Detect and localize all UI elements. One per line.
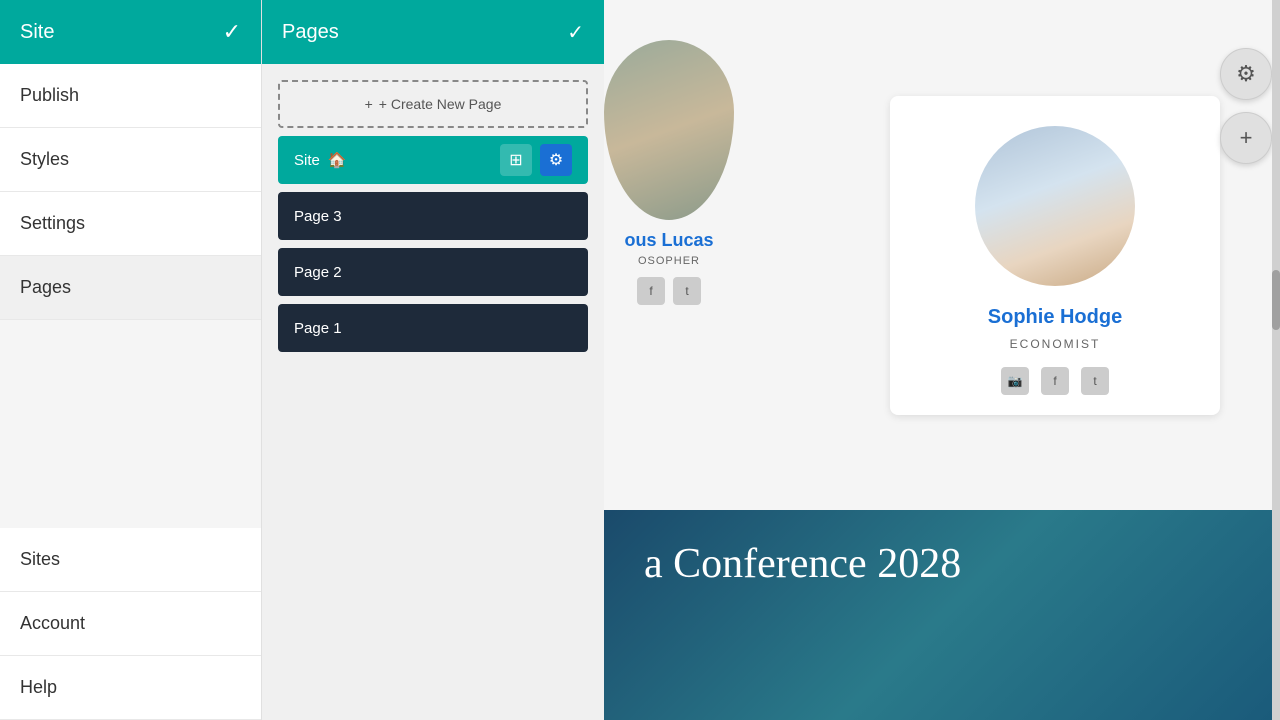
layers-icon-btn[interactable]: ⊞ <box>500 144 532 176</box>
add-fab-button[interactable]: + <box>1220 112 1272 164</box>
sidebar-item-label: Styles <box>20 149 69 170</box>
pages-panel-header: Pages ✓ <box>262 0 604 64</box>
settings-fab-button[interactable]: ⚙ <box>1220 48 1272 100</box>
gear-icon: ⚙ <box>549 150 563 170</box>
scrollbar-track[interactable] <box>1272 0 1280 720</box>
partial-socials: f t <box>604 277 734 305</box>
partial-team-card: ous Lucas OSOPHER f t <box>604 40 734 305</box>
left-sidebar: Site ✓ Publish Styles Settings Pages Sit… <box>0 0 262 720</box>
sidebar-title: Site <box>20 21 54 44</box>
sidebar-item-label: Sites <box>20 549 60 570</box>
site-item-icons: ⊞ ⚙ <box>500 144 572 176</box>
partial-avatar <box>604 40 734 220</box>
page-item-page2[interactable]: Page 2 <box>278 248 588 296</box>
layers-icon: ⊞ <box>509 150 522 170</box>
main-content: ous Lucas OSOPHER f t Sophie Hodge ECONO… <box>604 0 1280 720</box>
plus-icon: + <box>365 96 373 112</box>
sidebar-item-label: Settings <box>20 213 85 234</box>
sidebar-item-pages[interactable]: Pages <box>0 256 261 320</box>
sidebar-item-label: Pages <box>20 277 71 298</box>
partial-card-name: ous Lucas <box>604 230 734 251</box>
cards-area: ous Lucas OSOPHER f t Sophie Hodge ECONO… <box>604 0 1280 510</box>
pages-panel-body: + + Create New Page Site 🏠 ⊞ ⚙ Page 3 Pa… <box>262 64 604 368</box>
avatar-image <box>975 126 1135 286</box>
site-item-label: Site <box>294 152 320 169</box>
instagram-icon: 📷 <box>1001 367 1029 395</box>
sidebar-item-sites[interactable]: Sites <box>0 528 261 592</box>
scrollbar-thumb[interactable] <box>1272 270 1280 330</box>
twitter-icon: t <box>1081 367 1109 395</box>
twitter-icon: t <box>673 277 701 305</box>
sidebar-item-account[interactable]: Account <box>0 592 261 656</box>
page-item-page1[interactable]: Page 1 <box>278 304 588 352</box>
sidebar-item-styles[interactable]: Styles <box>0 128 261 192</box>
fab-area: ⚙ + <box>1212 40 1280 172</box>
card-name: Sophie Hodge <box>988 306 1122 329</box>
facebook-icon: f <box>1041 367 1069 395</box>
facebook-icon: f <box>637 277 665 305</box>
sidebar-check-icon: ✓ <box>223 19 241 45</box>
pages-panel-check-icon: ✓ <box>567 20 584 45</box>
settings-fab-icon: ⚙ <box>1236 61 1256 87</box>
avatar-sophie <box>975 126 1135 286</box>
sidebar-item-publish[interactable]: Publish <box>0 64 261 128</box>
social-icons: 📷 f t <box>1001 367 1109 395</box>
conference-title: a Conference 2028 <box>644 540 961 588</box>
pages-panel-title: Pages <box>282 21 339 44</box>
settings-icon-btn[interactable]: ⚙ <box>540 144 572 176</box>
page1-label: Page 1 <box>294 320 342 337</box>
page-item-page3[interactable]: Page 3 <box>278 192 588 240</box>
sidebar-item-help[interactable]: Help <box>0 656 261 720</box>
pages-panel: Pages ✓ + + Create New Page Site 🏠 ⊞ ⚙ P… <box>262 0 604 720</box>
site-item-left: Site 🏠 <box>294 151 347 169</box>
create-new-page-label: + Create New Page <box>379 96 502 112</box>
page-item-site[interactable]: Site 🏠 ⊞ ⚙ <box>278 136 588 184</box>
add-fab-icon: + <box>1240 125 1253 151</box>
sidebar-item-label: Account <box>20 613 85 634</box>
sidebar-item-settings[interactable]: Settings <box>0 192 261 256</box>
conference-section: a Conference 2028 <box>604 510 1280 720</box>
sidebar-spacer <box>0 320 261 528</box>
card-title: ECONOMIST <box>1010 337 1101 351</box>
partial-card-title: OSOPHER <box>604 255 734 267</box>
page3-label: Page 3 <box>294 208 342 225</box>
create-new-page-button[interactable]: + + Create New Page <box>278 80 588 128</box>
sidebar-header: Site ✓ <box>0 0 261 64</box>
page2-label: Page 2 <box>294 264 342 281</box>
home-icon: 🏠 <box>328 151 347 169</box>
team-card-sophie: Sophie Hodge ECONOMIST 📷 f t <box>890 96 1220 415</box>
sidebar-item-label: Help <box>20 677 57 698</box>
sidebar-item-label: Publish <box>20 85 79 106</box>
